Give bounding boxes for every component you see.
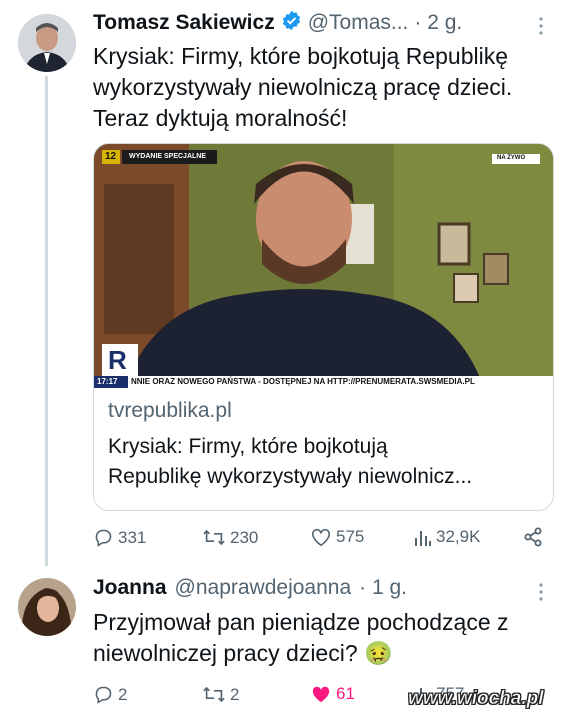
reply-author-name[interactable]: Joanna <box>93 576 167 600</box>
repost-count: 2 <box>230 684 240 704</box>
verified-badge-icon <box>281 10 302 36</box>
repost-button[interactable]: 2 <box>202 684 239 705</box>
repost-icon <box>202 527 226 548</box>
video-thumbnail: 12 WYDANIE SPECJALNE NA ŻYWO R 17:17 NNI… <box>94 144 553 388</box>
watermark: www.wiocha.pl <box>408 688 544 710</box>
reply-count: 2 <box>118 684 128 704</box>
more-icon[interactable] <box>538 582 544 607</box>
reply-author-handle[interactable]: @naprawdejoanna <box>175 576 352 600</box>
share-button[interactable] <box>523 527 543 547</box>
more-icon[interactable] <box>538 16 544 41</box>
link-card[interactable]: 12 WYDANIE SPECJALNE NA ŻYWO R 17:17 NNI… <box>93 143 554 511</box>
nauseated-face-emoji: 🤢 <box>364 640 393 666</box>
tweet-author-avatar[interactable] <box>18 14 76 72</box>
special-edition-badge: WYDANIE SPECJALNE <box>129 153 207 160</box>
views-button[interactable]: 32,9K <box>414 527 480 547</box>
like-count: 575 <box>336 527 365 546</box>
tweet-text: Krysiak: Firmy, które bojkotują Republik… <box>93 43 513 131</box>
tweet-author-name[interactable]: Tomasz Sakiewicz <box>93 11 275 35</box>
repost-icon <box>202 684 226 705</box>
like-button[interactable]: 575 <box>310 527 364 547</box>
card-title: Krysiak: Firmy, które bojkotują Republik… <box>108 435 473 488</box>
views-icon <box>414 527 432 547</box>
tweet-author-handle[interactable]: @Tomas... <box>308 11 409 35</box>
reply-button[interactable]: 2 <box>93 684 127 705</box>
like-button[interactable]: 61 <box>310 684 355 704</box>
like-count: 61 <box>336 684 355 703</box>
ticker-time: 17:17 <box>97 377 118 386</box>
channel-logo: R <box>108 345 127 375</box>
repost-count: 230 <box>230 527 259 547</box>
reply-author-avatar[interactable] <box>18 578 76 636</box>
reply-timestamp[interactable]: · 1 g. <box>359 576 407 600</box>
share-icon <box>523 527 543 547</box>
reply-count: 331 <box>118 527 147 547</box>
like-icon <box>310 684 332 704</box>
repost-button[interactable]: 230 <box>202 527 258 548</box>
live-tag: NA ŻYWO <box>497 155 526 161</box>
reply-icon <box>93 684 114 705</box>
card-domain: tvrepublika.pl <box>108 399 232 422</box>
like-icon <box>310 527 332 547</box>
thread-line <box>45 76 48 566</box>
views-count: 32,9K <box>436 527 481 546</box>
reply-text: Przyjmował pan pieniądze pochodzące z ni… <box>93 609 509 666</box>
tweet-timestamp[interactable]: · 2 g. <box>414 11 462 35</box>
channel-number: 12 <box>105 151 117 162</box>
reply-button[interactable]: 331 <box>93 527 146 548</box>
reply-icon <box>93 527 114 548</box>
news-ticker: NNIE ORAZ NOWEGO PAŃSTWA - DOSTĘPNEJ NA … <box>131 377 475 386</box>
